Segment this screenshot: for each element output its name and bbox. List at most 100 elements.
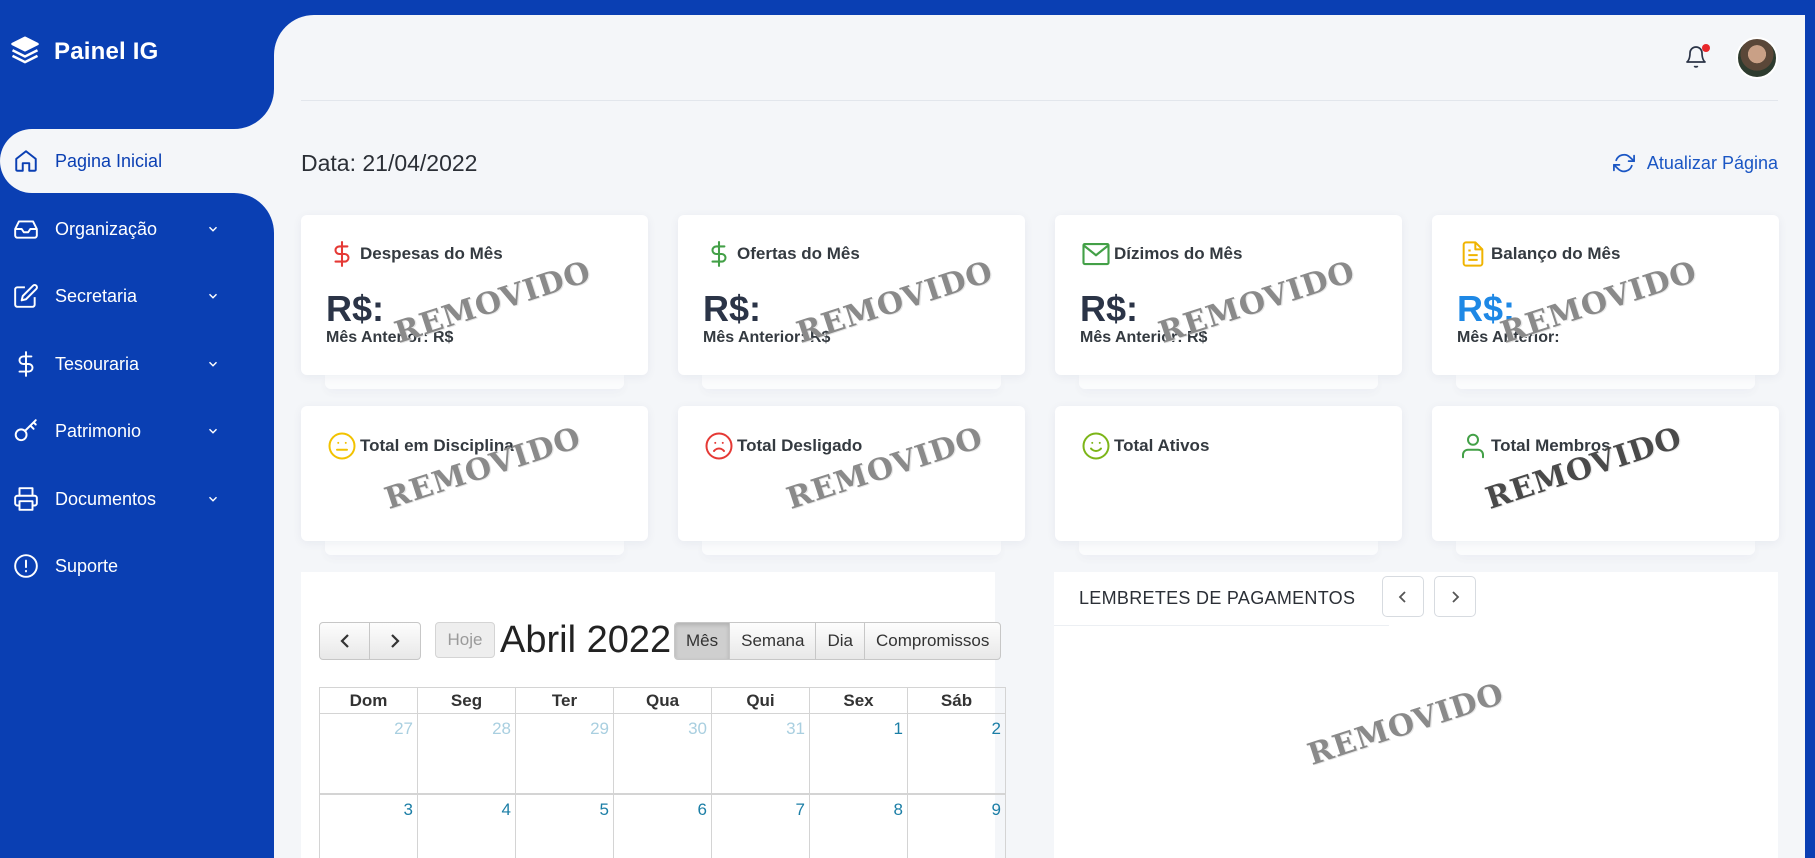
file-icon [1458,238,1488,270]
chevron-right-icon [391,634,400,648]
reminders-title: LEMBRETES DE PAGAMENTOS [1079,588,1356,608]
inbox-icon [11,214,41,244]
card-balanco[interactable]: Balanço do Mês R$: Mês Anterior: REMOVID… [1432,215,1779,375]
calendar-prev-button[interactable] [320,623,370,659]
card-membros[interactable]: Total Membros REMOVIDO [1432,406,1779,541]
layers-icon [10,34,40,69]
calendar-day[interactable]: 7 [712,795,810,858]
card-desligado[interactable]: Total Desligado REMOVIDO [678,406,1025,541]
sidebar-item-secretaria[interactable]: Secretaria [0,268,274,324]
weekday-label: Sex [810,688,908,714]
sidebar-item-suporte[interactable]: Suporte [0,538,274,594]
card-despesas[interactable]: Despesas do Mês R$: Mês Anterior: R$ REM… [301,215,648,375]
calendar-toolbar: Hoje Abril 2022 Mês Semana Dia Compromis… [319,619,1002,661]
calendar-view-switcher: Mês Semana Dia Compromissos [674,622,1002,660]
calendar-day[interactable]: 29 [516,714,614,795]
calendar-day[interactable]: 2 [908,714,1006,795]
sidebar-item-label: Patrimonio [55,420,142,441]
avatar[interactable] [1736,37,1778,79]
sidebar-item-pagina-inicial[interactable]: Pagina Inicial [0,133,274,189]
chevron-left-icon [1398,590,1406,603]
sidebar-item-patrimonio[interactable]: Patrimonio [0,403,274,459]
card-value: R$: [1457,288,1516,329]
chevron-right-icon [1452,590,1460,603]
calendar-weekday-header: Dom Seg Ter Qua Qui Sex Sáb [320,688,1006,714]
today-button[interactable]: Hoje [435,622,495,658]
calendar-grid: Dom Seg Ter Qua Qui Sex Sáb 27 28 29 30 … [319,687,1006,858]
calendar-day[interactable]: 6 [614,795,712,858]
reminders-next-button[interactable] [1434,576,1476,617]
weekday-label: Dom [320,688,418,714]
card-previous: Mês Anterior: R$ [326,329,454,346]
calendar-day[interactable]: 8 [810,795,908,858]
calendar-week: 3 4 5 6 7 8 9 [320,795,1006,858]
sidebar-item-tesouraria[interactable]: Tesouraria [0,336,274,392]
home-icon [11,146,41,176]
sidebar-item-label: Tesouraria [55,353,140,374]
card-underlay [1079,375,1378,389]
view-agenda-button[interactable]: Compromissos [865,623,1000,659]
reminders-prev-button[interactable] [1382,576,1424,617]
calendar-day[interactable]: 31 [712,714,810,795]
calendar-panel: Hoje Abril 2022 Mês Semana Dia Compromis… [301,572,1006,858]
calendar-day[interactable]: 28 [418,714,516,795]
calendar-day[interactable]: 30 [614,714,712,795]
view-month-button[interactable]: Mês [675,623,731,659]
card-disciplina[interactable]: Total em Disciplina REMOVIDO [301,406,648,541]
edit-icon [11,281,41,311]
weekday-label: Ter [516,688,614,714]
calendar-next-button[interactable] [370,623,420,659]
chevron-left-icon [339,634,349,648]
main-panel: Data: 21/04/2022 Atualizar Página Despes… [274,15,1805,858]
chevron-down-icon [206,492,220,506]
calendar-day[interactable]: 5 [516,795,614,858]
calendar-day[interactable]: 3 [320,795,418,858]
sidebar: Painel IG Pagina Inicial Organização Sec… [0,0,274,858]
page-date: Data: 21/04/2022 [301,150,478,176]
card-underlay [325,541,624,555]
chevron-down-icon [206,424,220,438]
card-ativos[interactable]: Total Ativos [1055,406,1402,541]
frown-icon [704,430,734,462]
sidebar-item-documentos[interactable]: Documentos [0,471,274,527]
dollar-icon [327,238,357,270]
weekday-label: Qua [614,688,712,714]
card-title: Total Ativos [1114,436,1210,455]
brand-title: Painel IG [54,37,159,65]
sidebar-item-label: Suporte [55,555,119,576]
view-week-button[interactable]: Semana [730,623,817,659]
card-previous: Mês Anterior: R$ [1080,329,1208,346]
calendar-day[interactable]: 9 [908,795,1006,858]
alert-circle-icon [11,551,41,581]
card-previous: Mês Anterior: [1457,329,1560,346]
meh-icon [327,430,357,462]
card-value: R$: [1080,288,1139,329]
calendar-day[interactable]: 4 [418,795,516,858]
payment-reminders-panel: LEMBRETES DE PAGAMENTOS REMOVIDO [1054,572,1778,858]
key-icon [11,416,41,446]
dollar-icon [704,238,734,270]
top-bar [301,15,1778,101]
card-dizimos[interactable]: Dízimos do Mês R$: Mês Anterior: R$ REMO… [1055,215,1402,375]
view-day-button[interactable]: Dia [816,623,865,659]
calendar-day[interactable]: 1 [810,714,908,795]
brand[interactable]: Painel IG [10,34,159,69]
notification-bell[interactable] [1684,44,1710,74]
card-title: Dízimos do Mês [1114,244,1243,263]
chevron-down-icon [206,357,220,371]
refresh-button[interactable]: Atualizar Página [1612,152,1778,174]
chevron-down-icon [206,222,220,236]
weekday-label: Qui [712,688,810,714]
printer-icon [11,484,41,514]
calendar-day[interactable]: 27 [320,714,418,795]
sidebar-item-organizacao[interactable]: Organização [0,201,274,257]
card-title: Total em Disciplina [360,436,514,455]
card-ofertas[interactable]: Ofertas do Mês R$: Mês Anterior: R$ REMO… [678,215,1025,375]
card-underlay [702,375,1001,389]
card-underlay [1079,541,1378,555]
card-title: Total Desligado [737,436,863,455]
notification-dot [1702,44,1710,52]
card-previous: Mês Anterior: R$ [703,329,831,346]
calendar-title: Abril 2022 [500,619,672,661]
refresh-icon [1612,153,1635,173]
